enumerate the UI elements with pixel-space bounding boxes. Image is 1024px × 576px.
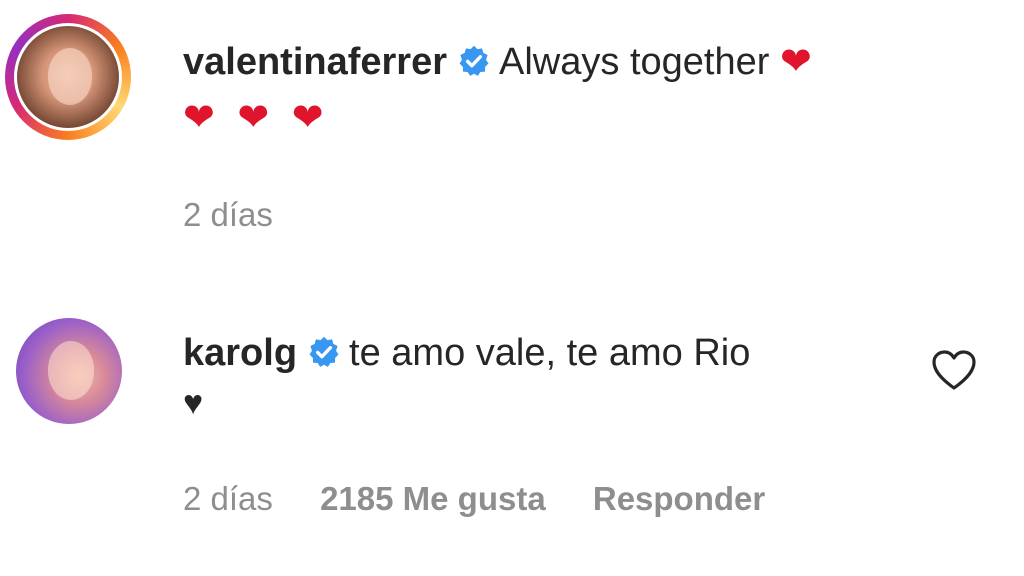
verified-badge-icon [309, 336, 339, 367]
comment-timestamp[interactable]: 2 días [183, 480, 273, 517]
heart-outline-icon[interactable] [930, 348, 978, 392]
comment-valentinaferrer: valentinaferrer Always together ❤ ❤ ❤ ❤ … [0, 0, 1024, 270]
comment-line: karolg te amo vale, te amo Rio [183, 328, 924, 378]
comment-karolg: karolg te amo vale, te amo Rio ♥ 2 días … [0, 300, 1024, 576]
comment-meta: 2 días [183, 196, 311, 234]
likes-count-link[interactable]: 2185 Me gusta [320, 480, 546, 517]
story-ring[interactable] [5, 14, 131, 140]
username-link[interactable]: valentinaferrer [183, 41, 447, 83]
reply-button[interactable]: Responder [593, 480, 765, 517]
comment-body: karolg te amo vale, te amo Rio ♥ [183, 328, 924, 428]
comment-line: valentinaferrer Always together ❤ [183, 34, 924, 90]
comment-text: Always together [499, 41, 770, 83]
avatar-valentinaferrer[interactable] [14, 23, 122, 131]
avatar-karolg[interactable] [16, 318, 122, 424]
username-link[interactable]: karolg [183, 332, 297, 374]
comment-text: te amo vale, te amo Rio [349, 332, 751, 374]
verified-badge-icon [459, 45, 489, 76]
black-heart-emoji: ♥ [183, 384, 204, 422]
avatar-photo-detail [47, 48, 93, 105]
comment-body: valentinaferrer Always together ❤ ❤ ❤ ❤ [183, 34, 924, 146]
heart-emoji-row: ❤ ❤ ❤ [183, 97, 330, 139]
comment-meta: 2 días 2185 Me gusta Responder [183, 480, 803, 518]
comment-timestamp[interactable]: 2 días [183, 196, 273, 233]
avatar-photo-detail [47, 341, 95, 400]
heart-emoji: ❤ [779, 41, 818, 83]
